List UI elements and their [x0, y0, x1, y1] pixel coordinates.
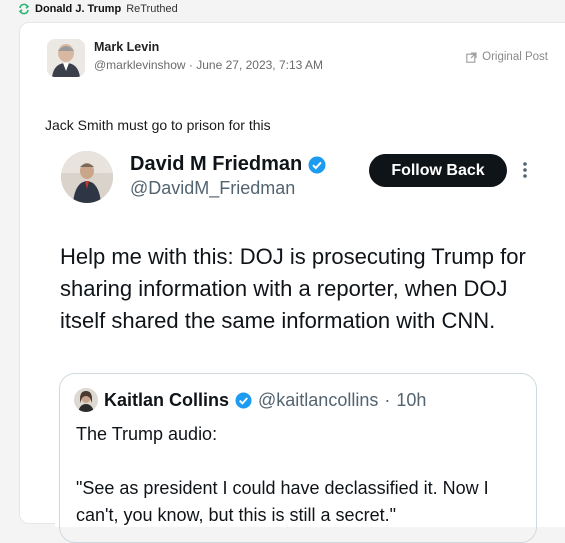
tweet-author-handle[interactable]: @DavidM_Friedman — [130, 178, 295, 199]
retruth-icon — [18, 3, 30, 15]
author-meta: @marklevinshow · June 27, 2023, 7:13 AM — [94, 58, 323, 72]
quoted-tweet-body: The Trump audio: "See as president I cou… — [76, 424, 489, 525]
original-post-label: Original Post — [482, 51, 548, 63]
quoted-tweet[interactable]: Kaitlan Collins @kaitlancollins · 10h Th… — [59, 373, 537, 543]
external-link-icon — [466, 51, 477, 63]
original-post-link[interactable]: Original Post — [466, 51, 548, 63]
embedded-tweet: David M Friedman @DavidM_Friedman Follow… — [55, 147, 565, 543]
post-timestamp[interactable]: June 27, 2023, 7:13 AM — [196, 58, 323, 72]
meta-separator: · — [188, 58, 193, 72]
quoted-separator: · — [384, 389, 391, 410]
author-handle[interactable]: @marklevinshow — [94, 58, 186, 72]
verified-badge-icon — [308, 156, 326, 173]
retruth-user[interactable]: Donald J. Trump — [35, 3, 121, 15]
quoted-tweet-header: Kaitlan Collins @kaitlancollins · 10h — [74, 388, 426, 412]
author-name[interactable]: Mark Levin — [94, 40, 159, 54]
post-card: Mark Levin @marklevinshow · June 27, 202… — [19, 22, 565, 543]
quoted-author-handle[interactable]: @kaitlancollins — [258, 390, 378, 411]
tweet-author-name[interactable]: David M Friedman — [130, 153, 326, 176]
retruth-action: ReTruthed — [126, 3, 178, 15]
author-avatar[interactable] — [47, 39, 85, 77]
quoted-author-name[interactable]: Kaitlan Collins — [104, 390, 229, 411]
tweet-body: Help me with this: DOJ is prosecuting Tr… — [60, 244, 526, 333]
quoted-author-avatar[interactable] — [74, 388, 98, 412]
retruth-header: Donald J. Trump ReTruthed — [0, 0, 565, 18]
more-options-icon[interactable] — [521, 159, 529, 181]
tweet-author-label: David M Friedman — [130, 153, 303, 175]
quoted-timestamp[interactable]: 10h — [396, 390, 426, 411]
follow-back-button[interactable]: Follow Back — [369, 154, 507, 187]
post-text: Jack Smith must go to prison for this — [45, 117, 271, 133]
tweet-avatar[interactable] — [61, 151, 113, 203]
verified-badge-icon — [235, 391, 252, 409]
